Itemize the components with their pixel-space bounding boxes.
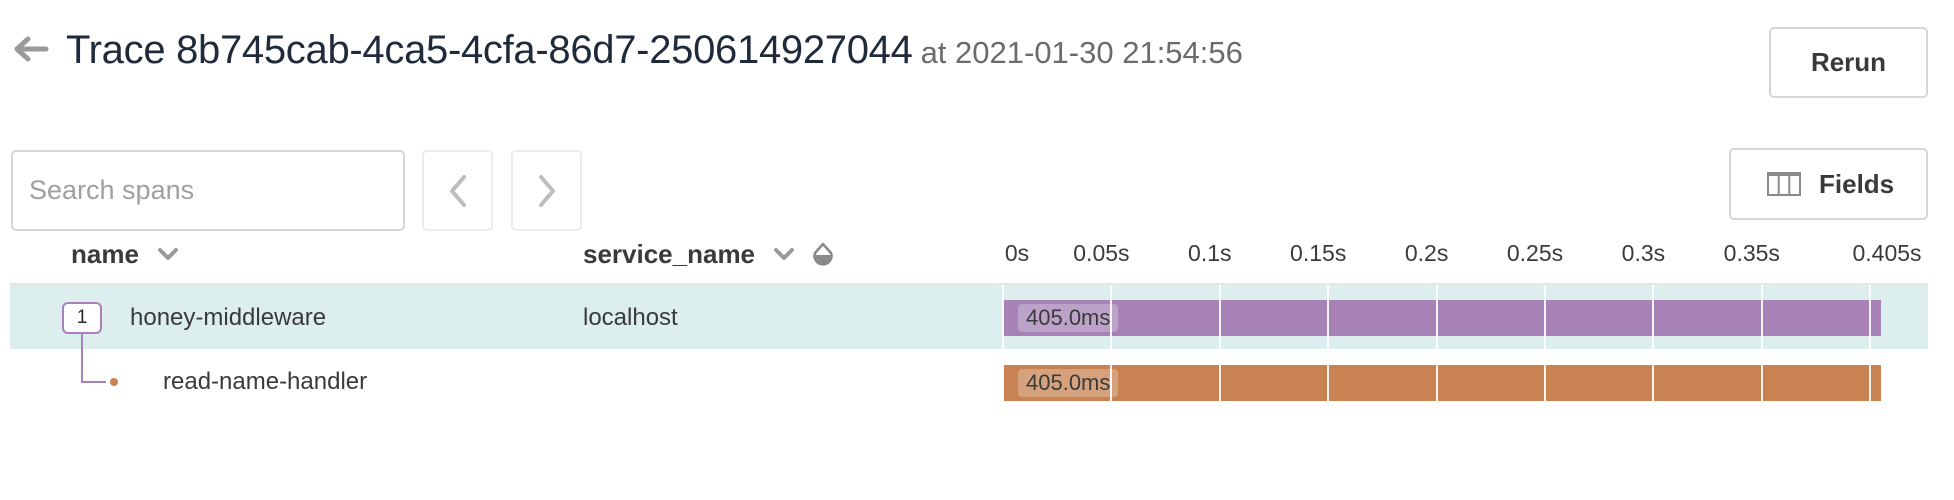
chevron-down-icon[interactable] xyxy=(773,247,795,261)
page-title: Trace 8b745cab-4ca5-4cfa-86d7-2506149270… xyxy=(66,24,1243,79)
timeline-gridline xyxy=(1652,285,1655,349)
timeline-tick-label: 0.405s xyxy=(1852,240,1922,266)
timeline-gridline xyxy=(1110,365,1113,401)
timeline-gridline xyxy=(1544,365,1546,401)
chevron-left-icon xyxy=(449,174,466,207)
rerun-button[interactable]: Rerun xyxy=(1769,27,1928,98)
next-match-button[interactable] xyxy=(511,150,582,231)
arrow-left-icon[interactable] xyxy=(10,34,50,64)
timeline-gridline xyxy=(1002,285,1004,349)
fields-label: Fields xyxy=(1819,168,1895,199)
columns-icon xyxy=(1767,172,1801,196)
timeline-gridline xyxy=(1218,365,1221,401)
timeline-gridline xyxy=(1218,285,1221,349)
timeline-gridline xyxy=(1110,285,1113,349)
timeline-gridline xyxy=(1869,365,1872,401)
timeline-tick-label: 0.05s xyxy=(1073,240,1130,266)
timeline-gridline xyxy=(1327,365,1330,401)
timeline-gridline xyxy=(1435,285,1438,349)
timeline-gridline xyxy=(1002,365,1004,401)
previous-match-button[interactable] xyxy=(422,150,493,231)
fields-button[interactable]: Fields xyxy=(1729,148,1928,220)
search-spans-input[interactable] xyxy=(11,150,405,231)
timeline-tick-label: 0.25s xyxy=(1506,240,1564,266)
chevron-down-icon[interactable] xyxy=(157,247,179,261)
timeline-gridline xyxy=(1652,365,1655,401)
trace-title: Trace 8b745cab-4ca5-4cfa-86d7-2506149270… xyxy=(66,28,913,72)
timeline-gridline xyxy=(1544,285,1546,349)
timeline-gridline xyxy=(1869,285,1872,349)
span-leaf-dot xyxy=(110,378,118,386)
column-header-service-name[interactable]: service_name xyxy=(583,234,834,274)
timeline-gridline xyxy=(1760,365,1763,401)
column-header-name[interactable]: name xyxy=(71,234,179,274)
chevron-right-icon xyxy=(538,174,555,207)
timeline-tick-label: 0.2s xyxy=(1404,240,1449,266)
span-duration-bar[interactable]: 405.0ms xyxy=(1003,300,1882,336)
timeline-tick-label: 0.15s xyxy=(1290,240,1347,266)
color-drop-icon[interactable] xyxy=(812,242,834,266)
column-name-label: name xyxy=(71,238,139,269)
tree-connector-vertical xyxy=(81,334,83,383)
span-name: honey-middleware xyxy=(130,304,327,331)
span-duration-label: 405.0ms xyxy=(1018,304,1119,332)
span-name: read-name-handler xyxy=(163,368,368,395)
timeline-tick-label: 0.1s xyxy=(1188,240,1232,266)
column-service-name-label: service_name xyxy=(583,238,756,269)
timeline-gridline xyxy=(1327,285,1330,349)
trace-timestamp: at 2021-01-30 21:54:56 xyxy=(920,35,1243,70)
span-duration-label: 405.0ms xyxy=(1018,369,1119,397)
timeline-tick-label: 0s xyxy=(1004,240,1030,266)
span-duration-bar[interactable]: 405.0ms xyxy=(1003,365,1882,401)
span-service-name: localhost xyxy=(583,304,678,331)
timeline-tick-label: 0.35s xyxy=(1723,240,1780,266)
child-count-badge[interactable]: 1 xyxy=(62,302,102,334)
tree-connector-horizontal xyxy=(81,381,106,383)
timeline-tick-label: 0.3s xyxy=(1621,240,1666,266)
timeline-gridline xyxy=(1435,365,1438,401)
timeline-gridline xyxy=(1760,285,1763,349)
